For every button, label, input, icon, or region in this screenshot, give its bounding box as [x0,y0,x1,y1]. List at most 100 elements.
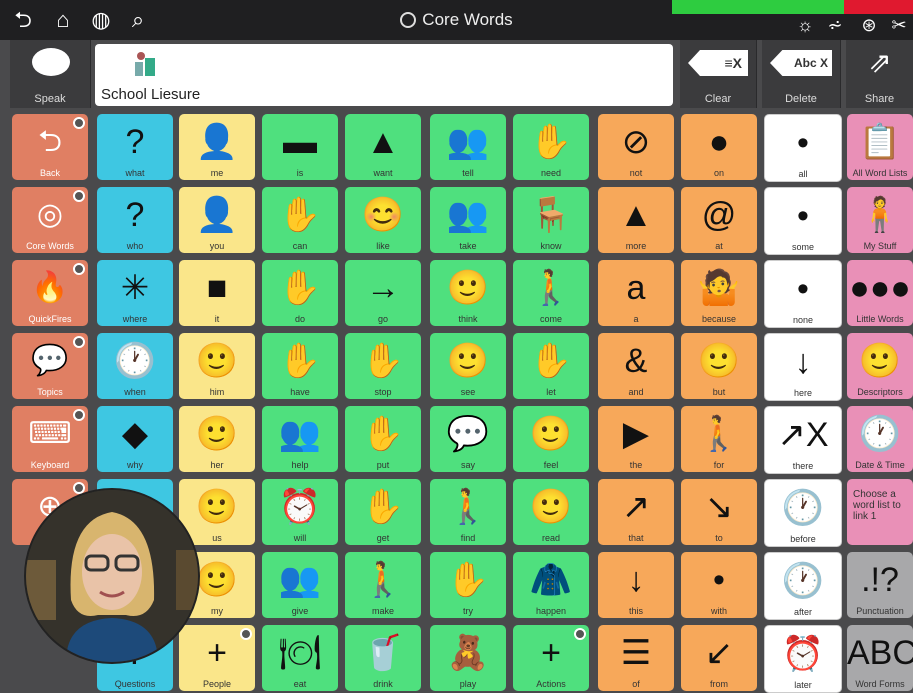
nav-keyboard-button[interactable]: ⌨ Keyboard [12,406,88,472]
word-more-button[interactable]: ▲ more [598,187,674,253]
word-put-button-label: put [376,460,390,470]
word-like-button[interactable]: 😊 like [345,187,421,253]
word-all-button-symbol: • [797,124,809,162]
word-the-button[interactable]: ▶ the [598,406,674,472]
nav-quickfires-button[interactable]: 🔥 QuickFires [12,260,88,326]
word-where-button[interactable]: ✳ where [97,260,173,326]
word-see-button[interactable]: 🙂 see [430,333,506,399]
share-button[interactable]: ⇗ Share [846,40,913,108]
word-me-button[interactable]: 👤 me [179,114,255,180]
word-because-button[interactable]: 🤷 because [681,260,757,326]
word-let-button[interactable]: ✋ let [513,333,589,399]
word-after-button[interactable]: 🕐 after [764,552,842,620]
word-play-button[interactable]: 🧸 play [430,625,506,691]
word-but-button-symbol: 🙂 [697,342,741,380]
word-on-button[interactable]: ● on [681,114,757,180]
word-help-button-label: help [291,460,309,470]
word-come-button[interactable]: 🚶 come [513,260,589,326]
lightbulb-icon[interactable]: ☼ [792,12,818,38]
word-a-button[interactable]: aa [598,260,674,326]
word-from-button[interactable]: ↙ from [681,625,757,691]
word-at-button[interactable]: @ at [681,187,757,253]
word-drink-button[interactable]: 🥤 drink [345,625,421,691]
word-and-button[interactable]: & and [598,333,674,399]
word-her-button[interactable]: 🙂 her [179,406,255,472]
word-some-button[interactable]: • some [764,187,842,255]
word-here-button[interactable]: ↓ here [764,333,842,401]
folder-punctuation-button[interactable]: .!? Punctuation [847,552,913,618]
word-take-button-label: take [459,241,477,251]
folder-my-stuff-button[interactable]: 🧍 My Stuff [847,187,913,253]
word-him-button[interactable]: 🙂 him [179,333,255,399]
word-put-button[interactable]: ✋ put [345,406,421,472]
folder-date-time-button[interactable]: 🕐 Date & Time [847,406,913,472]
word-none-button[interactable]: • none [764,260,842,328]
word-take-button[interactable]: 👥 take [430,187,506,253]
word-it-button[interactable]: ■ it [179,260,255,326]
word-can-button[interactable]: ✋ can [262,187,338,253]
word-people-button[interactable]: + People [179,625,255,691]
word-not-button[interactable]: ⊘ not [598,114,674,180]
folder-choose-a-word-list-to-link-1-button[interactable]: Choose a word list to link 1 [847,479,913,545]
word-stop-button[interactable]: ✋ stop [345,333,421,399]
word-know-button[interactable]: 🪑 know [513,187,589,253]
word-to-button-label: to [715,533,723,543]
delete-button[interactable]: Abc X Delete [762,40,841,108]
nav-back-button[interactable]: ⮌ Back [12,114,88,180]
word-of-button[interactable]: ☰ of [598,625,674,691]
word-read-button[interactable]: 🙂 read [513,479,589,545]
word-that-button[interactable]: ↗ that [598,479,674,545]
word-all-button-label: all [798,169,808,179]
nav-topics-button[interactable]: 💬 Topics [12,333,88,399]
word-say-button[interactable]: 💬 say [430,406,506,472]
word-find-button[interactable]: 🚶 find [430,479,506,545]
word-go-button[interactable]: → go [345,260,421,326]
word-to-button[interactable]: ↘ to [681,479,757,545]
chart-icon[interactable]: ⩫ [822,12,848,38]
speak-button[interactable]: Speak [10,40,91,108]
word-make-button[interactable]: 🚶 make [345,552,421,618]
word-think-button[interactable]: 🙂 think [430,260,506,326]
word-tell-button[interactable]: 👥 tell [430,114,506,180]
word-before-button[interactable]: 🕐 before [764,479,842,547]
word-will-button[interactable]: ⏰ will [262,479,338,545]
word-for-button[interactable]: 🚶 for [681,406,757,472]
folder-badge-icon [73,336,85,348]
word-need-button[interactable]: ✋ need [513,114,589,180]
word-when-button[interactable]: 🕐 when [97,333,173,399]
clear-button[interactable]: ≡X Clear [680,40,757,108]
word-have-button-label: have [290,387,310,397]
word-there-button[interactable]: ↗X there [764,406,842,474]
nav-core-words-button[interactable]: ◎ Core Words [12,187,88,253]
word-want-button[interactable]: ▲ want [345,114,421,180]
word-all-button[interactable]: • all [764,114,842,182]
word-happen-button[interactable]: 🧥 happen [513,552,589,618]
folder-word-forms-button[interactable]: ABC Word Forms [847,625,913,691]
word-some-button-label: some [791,242,814,252]
word-you-button[interactable]: 👤 you [179,187,255,253]
word-with-button[interactable]: • with [681,552,757,618]
word-is-button[interactable]: ▬ is [262,114,338,180]
word-this-button[interactable]: ↓ this [598,552,674,618]
word-feel-button[interactable]: 🙂 feel [513,406,589,472]
word-why-button-symbol: ◆ [121,415,149,453]
folder-descriptors-button[interactable]: 🙂 Descriptors [847,333,913,399]
gamepad-icon[interactable]: ⊛ [856,12,882,38]
folder-little-words-button[interactable]: ●●● Little Words [847,260,913,326]
word-why-button[interactable]: ◆ why [97,406,173,472]
word-who-button[interactable]: ? who [97,187,173,253]
word-but-button[interactable]: 🙂 but [681,333,757,399]
word-do-button[interactable]: ✋ do [262,260,338,326]
message-bar[interactable]: School Liesure [95,44,673,106]
word-give-button[interactable]: 👥 give [262,552,338,618]
word-try-button[interactable]: ✋ try [430,552,506,618]
word-later-button[interactable]: ⏰ later [764,625,842,693]
word-get-button[interactable]: ✋ get [345,479,421,545]
word-actions-button[interactable]: + Actions [513,625,589,691]
word-help-button[interactable]: 👥 help [262,406,338,472]
tools-icon[interactable]: ✂ [886,12,912,38]
word-have-button[interactable]: ✋ have [262,333,338,399]
folder-all-word-lists-button[interactable]: 📋 All Word Lists [847,114,913,180]
word-what-button[interactable]: ? what [97,114,173,180]
word-eat-button[interactable]: 🍽 eat [262,625,338,691]
